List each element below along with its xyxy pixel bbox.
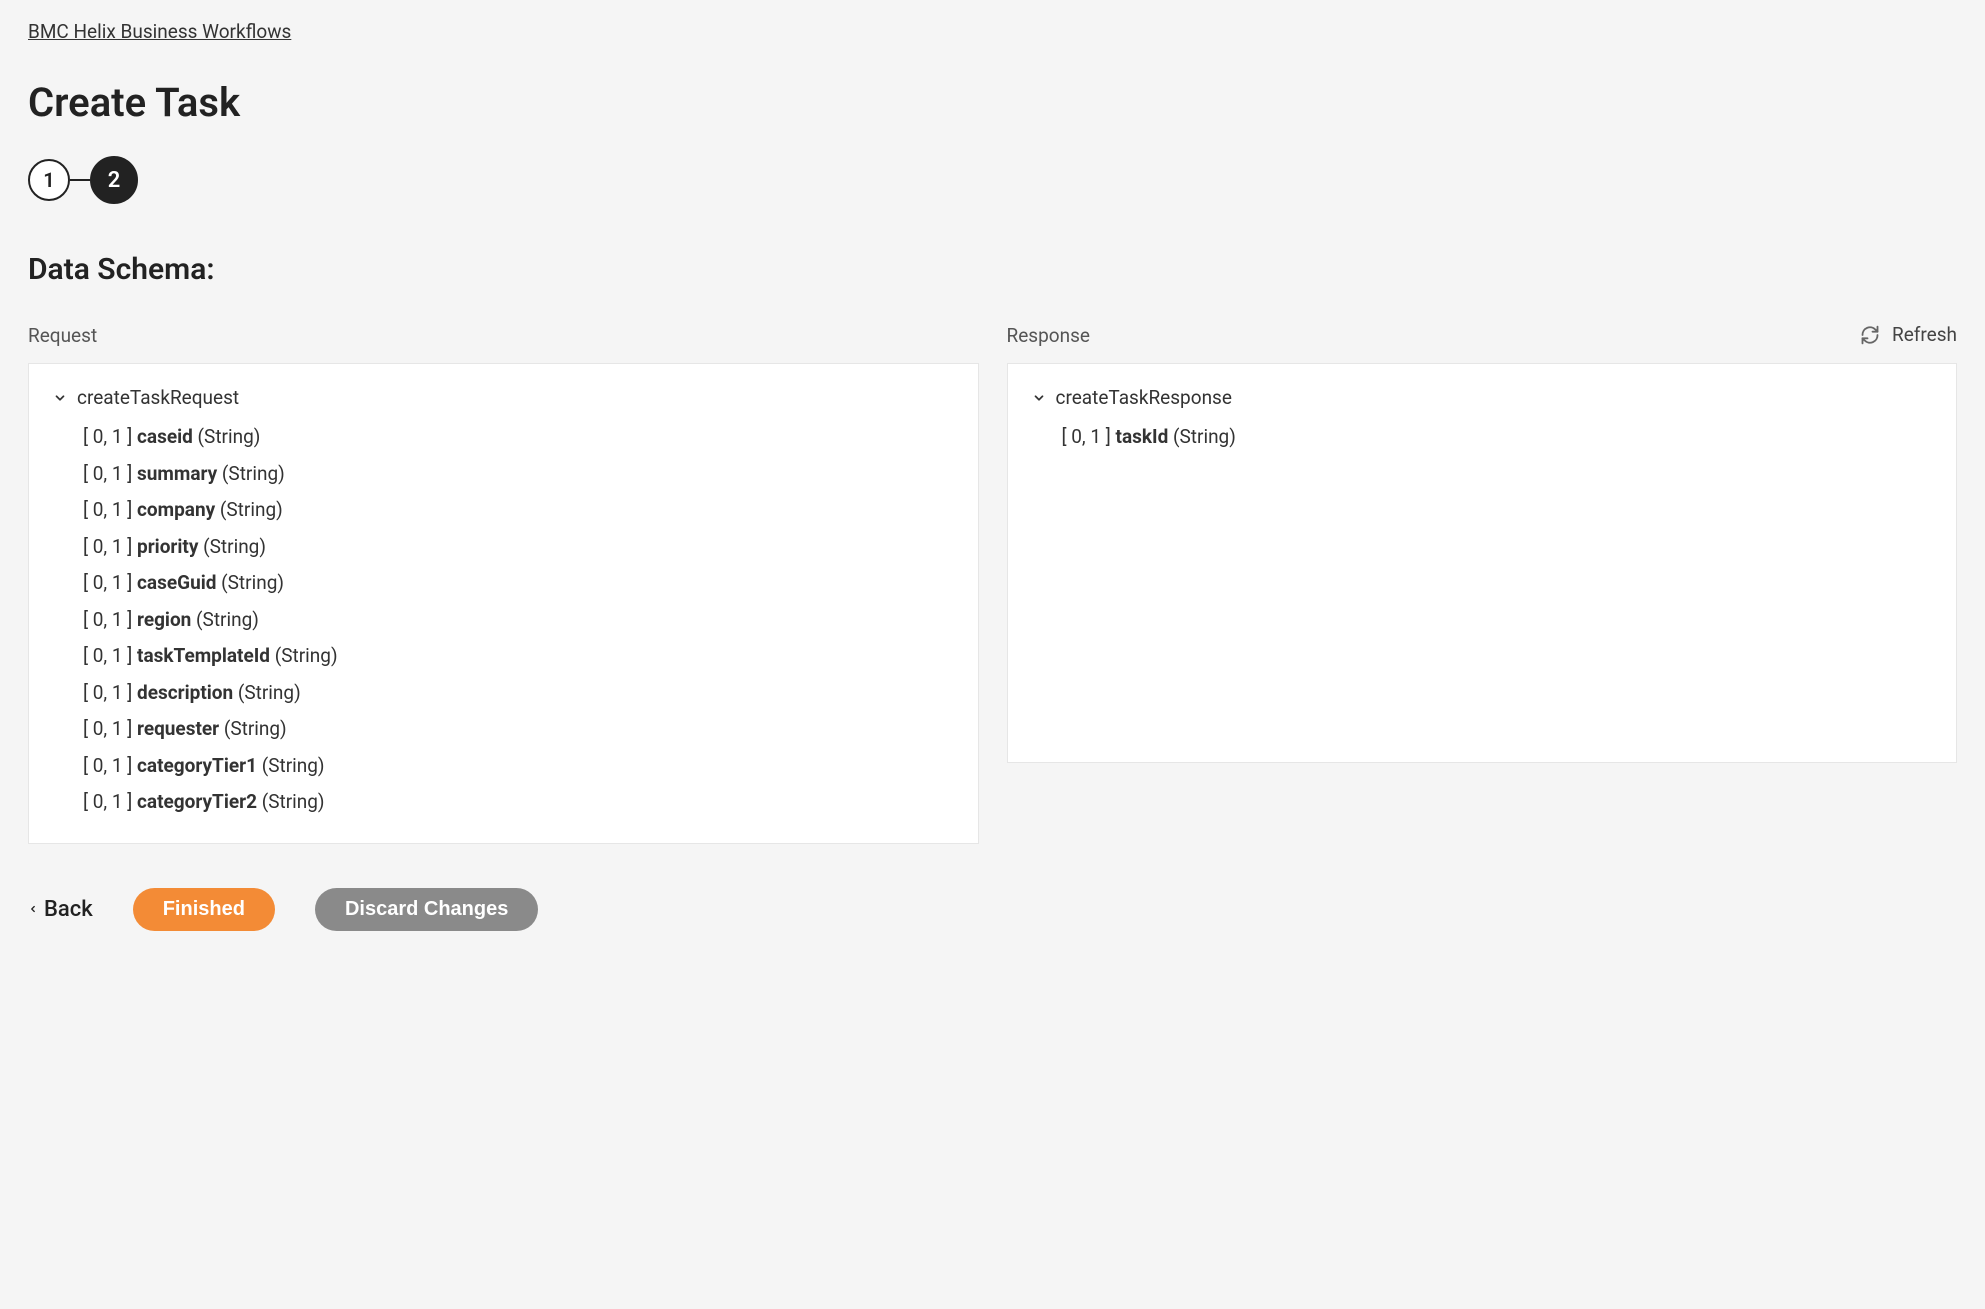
request-root-label: createTaskRequest	[77, 386, 239, 409]
schema-field: [ 0, 1 ] caseid (String)	[53, 419, 954, 456]
schema-field: [ 0, 1 ] taskTemplateId (String)	[53, 638, 954, 675]
section-title: Data Schema:	[28, 252, 1957, 287]
request-root-toggle[interactable]: createTaskRequest	[53, 386, 954, 409]
breadcrumb-link[interactable]: BMC Helix Business Workflows	[28, 20, 291, 43]
response-panel: createTaskResponse [ 0, 1 ] taskId (Stri…	[1007, 363, 1958, 763]
schema-field: [ 0, 1 ] taskId (String)	[1032, 419, 1933, 456]
request-label: Request	[28, 324, 979, 347]
response-label: Response	[1007, 324, 1958, 347]
request-column: Request createTaskRequest [ 0, 1 ] casei…	[28, 324, 979, 844]
schema-field: [ 0, 1 ] categoryTier1 (String)	[53, 748, 954, 785]
schema-field: [ 0, 1 ] summary (String)	[53, 456, 954, 493]
schema-field: [ 0, 1 ] description (String)	[53, 675, 954, 712]
response-column: Response createTaskResponse [ 0, 1 ] tas…	[1007, 324, 1958, 844]
stepper: 1 2	[28, 156, 1957, 204]
schema-field: [ 0, 1 ] caseGuid (String)	[53, 565, 954, 602]
chevron-down-icon	[1032, 391, 1046, 405]
schema-field: [ 0, 1 ] priority (String)	[53, 529, 954, 566]
response-root-toggle[interactable]: createTaskResponse	[1032, 386, 1933, 409]
page-title: Create Task	[28, 79, 1957, 126]
schema-field: [ 0, 1 ] region (String)	[53, 602, 954, 639]
step-connector	[70, 179, 90, 181]
discard-changes-button[interactable]: Discard Changes	[315, 888, 538, 931]
request-panel: createTaskRequest [ 0, 1 ] caseid (Strin…	[28, 363, 979, 844]
back-button[interactable]: Back	[28, 897, 93, 922]
schema-field: [ 0, 1 ] requester (String)	[53, 711, 954, 748]
finished-button[interactable]: Finished	[133, 888, 275, 931]
step-2[interactable]: 2	[90, 156, 138, 204]
step-1[interactable]: 1	[28, 159, 70, 201]
schema-field: [ 0, 1 ] categoryTier2 (String)	[53, 784, 954, 821]
schema-field: [ 0, 1 ] company (String)	[53, 492, 954, 529]
chevron-left-icon	[28, 901, 38, 917]
chevron-down-icon	[53, 391, 67, 405]
response-root-label: createTaskResponse	[1056, 386, 1232, 409]
back-label: Back	[44, 897, 93, 922]
